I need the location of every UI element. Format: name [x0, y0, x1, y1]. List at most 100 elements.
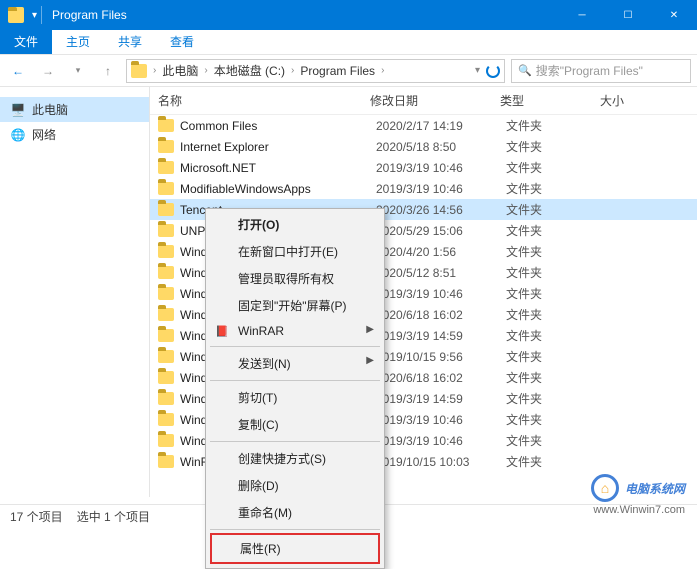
folder-icon	[158, 308, 174, 321]
tab-home[interactable]: 主页	[52, 29, 104, 54]
separator	[210, 380, 380, 381]
file-type: 文件夹	[506, 432, 606, 449]
table-row[interactable]: ModifiableWindowsApps2019/3/19 10:46文件夹	[150, 178, 697, 199]
ribbon-tabs: 文件 主页 共享 查看	[0, 30, 697, 55]
menu-send-to[interactable]: 发送到(N) ▶	[208, 350, 382, 377]
crumb-pc[interactable]: 此电脑	[158, 62, 202, 79]
sidebar-item-network[interactable]: 🌐 网络	[0, 122, 149, 147]
menu-cut[interactable]: 剪切(T)	[208, 384, 382, 411]
tab-share[interactable]: 共享	[104, 29, 156, 54]
sidebar: 🖥️ 此电脑 🌐 网络	[0, 87, 150, 497]
file-type: 文件夹	[506, 180, 606, 197]
file-type: 文件夹	[506, 201, 606, 218]
file-date: 2019/3/19 14:59	[376, 329, 506, 343]
menu-delete[interactable]: 删除(D)	[208, 472, 382, 499]
context-menu: 打开(O) 在新窗口中打开(E) 管理员取得所有权 固定到"开始"屏幕(P) 📕…	[205, 208, 385, 569]
tab-file[interactable]: 文件	[0, 29, 52, 54]
folder-icon	[158, 182, 174, 195]
title-bar: ▾ Program Files ─ ☐ ✕	[0, 0, 697, 30]
maximize-button[interactable]: ☐	[605, 0, 651, 30]
crumb-folder[interactable]: Program Files	[296, 64, 379, 78]
menu-new-window[interactable]: 在新窗口中打开(E)	[208, 238, 382, 265]
file-date: 2020/4/20 1:56	[376, 245, 506, 259]
minimize-button[interactable]: ─	[559, 0, 605, 30]
folder-icon	[158, 266, 174, 279]
menu-copy[interactable]: 复制(C)	[208, 411, 382, 438]
watermark-text: 电脑系统网	[625, 480, 685, 497]
file-date: 2020/3/26 14:56	[376, 203, 506, 217]
breadcrumb[interactable]: › 此电脑 › 本地磁盘 (C:) › Program Files › ▾	[126, 59, 505, 83]
pc-icon: 🖥️	[10, 102, 26, 118]
file-date: 2019/10/15 10:03	[376, 455, 506, 469]
table-row[interactable]: Internet Explorer2020/5/18 8:50文件夹	[150, 136, 697, 157]
folder-icon	[158, 413, 174, 426]
search-input[interactable]: 🔍 搜索"Program Files"	[511, 59, 691, 83]
menu-admin-own[interactable]: 管理员取得所有权	[208, 265, 382, 292]
file-type: 文件夹	[506, 243, 606, 260]
search-icon: 🔍	[518, 64, 532, 77]
crumb-drive[interactable]: 本地磁盘 (C:)	[210, 62, 289, 79]
folder-icon	[158, 245, 174, 258]
chevron-right-icon[interactable]: ›	[153, 65, 156, 76]
menu-pin-start[interactable]: 固定到"开始"屏幕(P)	[208, 292, 382, 319]
close-button[interactable]: ✕	[651, 0, 697, 30]
table-row[interactable]: Microsoft.NET2019/3/19 10:46文件夹	[150, 157, 697, 178]
file-type: 文件夹	[506, 348, 606, 365]
watermark-url: www.Winwin7.com	[593, 504, 685, 516]
column-size[interactable]: 大小	[600, 92, 697, 109]
tab-view[interactable]: 查看	[156, 29, 208, 54]
file-type: 文件夹	[506, 327, 606, 344]
status-selected: 选中 1 个项目	[77, 508, 150, 525]
winrar-icon: 📕	[214, 323, 230, 339]
recent-button[interactable]: ▾	[66, 59, 90, 83]
menu-rename[interactable]: 重命名(M)	[208, 499, 382, 526]
sidebar-item-pc[interactable]: 🖥️ 此电脑	[0, 97, 149, 122]
folder-icon	[158, 434, 174, 447]
menu-create-shortcut[interactable]: 创建快捷方式(S)	[208, 445, 382, 472]
address-bar: ← → ▾ ↑ › 此电脑 › 本地磁盘 (C:) › Program File…	[0, 55, 697, 87]
column-date[interactable]: 修改日期	[370, 92, 500, 109]
watermark-icon: ⌂	[591, 474, 619, 502]
file-date: 2020/6/18 16:02	[376, 308, 506, 322]
back-button[interactable]: ←	[6, 59, 30, 83]
file-type: 文件夹	[506, 390, 606, 407]
table-row[interactable]: Common Files2020/2/17 14:19文件夹	[150, 115, 697, 136]
menu-open[interactable]: 打开(O)	[208, 211, 382, 238]
file-name: Common Files	[180, 119, 376, 133]
folder-icon	[158, 161, 174, 174]
file-date: 2019/3/19 10:46	[376, 434, 506, 448]
network-icon: 🌐	[10, 127, 26, 143]
file-date: 2020/6/18 16:02	[376, 371, 506, 385]
dropdown-icon[interactable]: ▾	[32, 10, 37, 21]
folder-icon	[158, 350, 174, 363]
file-type: 文件夹	[506, 453, 606, 470]
up-button[interactable]: ↑	[96, 59, 120, 83]
folder-icon	[158, 140, 174, 153]
folder-icon	[158, 119, 174, 132]
separator	[210, 529, 380, 530]
column-type[interactable]: 类型	[500, 92, 600, 109]
file-type: 文件夹	[506, 285, 606, 302]
menu-properties[interactable]: 属性(R)	[212, 535, 378, 562]
file-date: 2020/2/17 14:19	[376, 119, 506, 133]
column-name[interactable]: 名称	[150, 92, 370, 109]
file-date: 2019/10/15 9:56	[376, 350, 506, 364]
dropdown-icon[interactable]: ▾	[475, 65, 480, 76]
forward-button[interactable]: →	[36, 59, 60, 83]
file-type: 文件夹	[506, 306, 606, 323]
submenu-arrow-icon: ▶	[366, 355, 374, 366]
refresh-icon[interactable]	[486, 64, 500, 78]
folder-icon	[8, 7, 24, 23]
chevron-right-icon[interactable]: ›	[381, 65, 384, 76]
separator	[210, 346, 380, 347]
file-name: Internet Explorer	[180, 140, 376, 154]
file-date: 2019/3/19 10:46	[376, 161, 506, 175]
chevron-right-icon[interactable]: ›	[204, 65, 207, 76]
menu-winrar[interactable]: 📕 WinRAR ▶	[208, 319, 382, 343]
file-type: 文件夹	[506, 369, 606, 386]
folder-icon	[158, 455, 174, 468]
status-item-count: 17 个项目	[10, 508, 63, 525]
folder-icon	[158, 287, 174, 300]
file-date: 2020/5/29 15:06	[376, 224, 506, 238]
chevron-right-icon[interactable]: ›	[291, 65, 294, 76]
